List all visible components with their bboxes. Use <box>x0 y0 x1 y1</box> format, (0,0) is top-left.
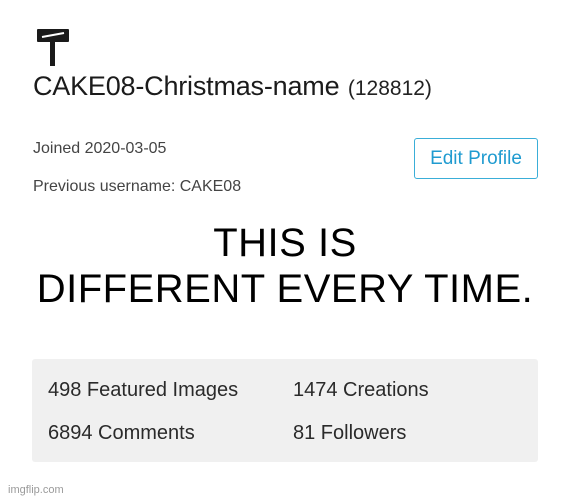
stat-creations[interactable]: 1474 Creations <box>293 379 429 402</box>
stat-followers[interactable]: 81 Followers <box>293 422 406 445</box>
watermark: imgflip.com <box>8 484 64 496</box>
meme-caption-line-1: THIS IS <box>213 221 357 265</box>
previous-username: Previous username: CAKE08 <box>33 178 242 195</box>
meme-caption-line-2: DIFFERENT EVERY TIME. <box>36 267 534 311</box>
pin-icon <box>36 28 70 68</box>
user-id: (128812) <box>347 77 432 100</box>
username: CAKE08-Christmas-name <box>33 71 340 101</box>
edit-profile-button[interactable]: Edit Profile <box>414 138 538 179</box>
meme-caption: THIS IS DIFFERENT EVERY TIME. <box>0 220 570 312</box>
stat-featured-images[interactable]: 498 Featured Images <box>48 379 238 402</box>
stats-panel: 498 Featured Images 1474 Creations 6894 … <box>32 359 538 462</box>
profile-title: CAKE08-Christmas-name (128812) <box>33 71 432 102</box>
joined-date: Joined 2020-03-05 <box>33 140 167 157</box>
stat-comments[interactable]: 6894 Comments <box>48 422 195 445</box>
